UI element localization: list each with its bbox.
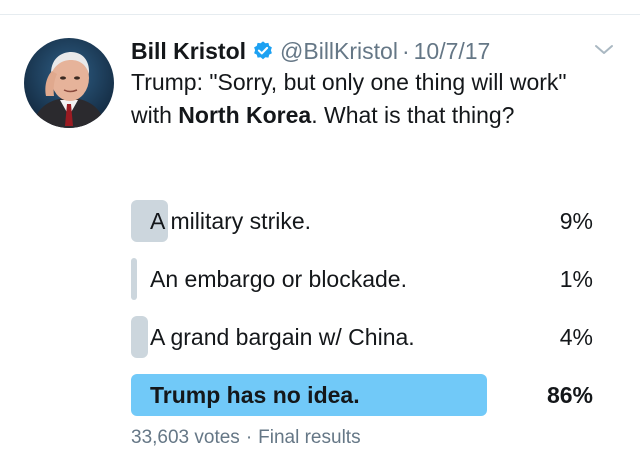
tweet-text-bold[interactable]: North Korea — [178, 102, 311, 128]
tweet-text-part: . What is that thing? — [311, 102, 515, 128]
footer-separator: · — [245, 427, 253, 448]
tweet-header: Bill Kristol @BillKristol · 10/7/17 — [131, 36, 490, 66]
poll-footer: 33,603 votes · Final results — [131, 427, 361, 449]
poll-status: Final results — [258, 427, 361, 448]
poll-bar — [131, 316, 148, 358]
poll-choice[interactable]: A military strike. 9% — [131, 200, 601, 242]
chevron-down-icon[interactable] — [593, 42, 615, 58]
verified-badge-icon — [252, 40, 274, 62]
tweet-date[interactable]: 10/7/17 — [414, 38, 491, 65]
tweet[interactable]: Bill Kristol @BillKristol · 10/7/17 Trum… — [0, 15, 640, 462]
poll-choice[interactable]: A grand bargain w/ China. 4% — [131, 316, 601, 358]
header-separator: · — [401, 37, 410, 64]
poll-choice-percent: 4% — [559, 324, 593, 350]
avatar[interactable] — [24, 38, 114, 128]
tweet-text: Trump: "Sorry, but only one thing will w… — [131, 66, 611, 132]
top-divider — [0, 0, 640, 15]
poll-choice-percent: 1% — [559, 266, 593, 292]
poll-choice-percent: 9% — [559, 208, 593, 234]
poll-choice-percent: 86% — [546, 382, 593, 408]
avatar-photo — [24, 38, 114, 128]
poll-choice-label: A military strike. — [150, 208, 312, 234]
poll-choice-label: A grand bargain w/ China. — [150, 324, 415, 350]
author-handle[interactable]: @BillKristol — [280, 38, 398, 65]
poll-choice-label: An embargo or blockade. — [150, 266, 407, 292]
poll-bar — [131, 258, 137, 300]
poll-choice[interactable]: An embargo or blockade. 1% — [131, 258, 601, 300]
poll-choice-label: Trump has no idea. — [150, 382, 360, 408]
poll-choice-winner[interactable]: Trump has no idea. 86% — [131, 374, 601, 416]
author-name[interactable]: Bill Kristol — [131, 38, 246, 65]
poll-vote-count: 33,603 votes — [131, 427, 240, 448]
